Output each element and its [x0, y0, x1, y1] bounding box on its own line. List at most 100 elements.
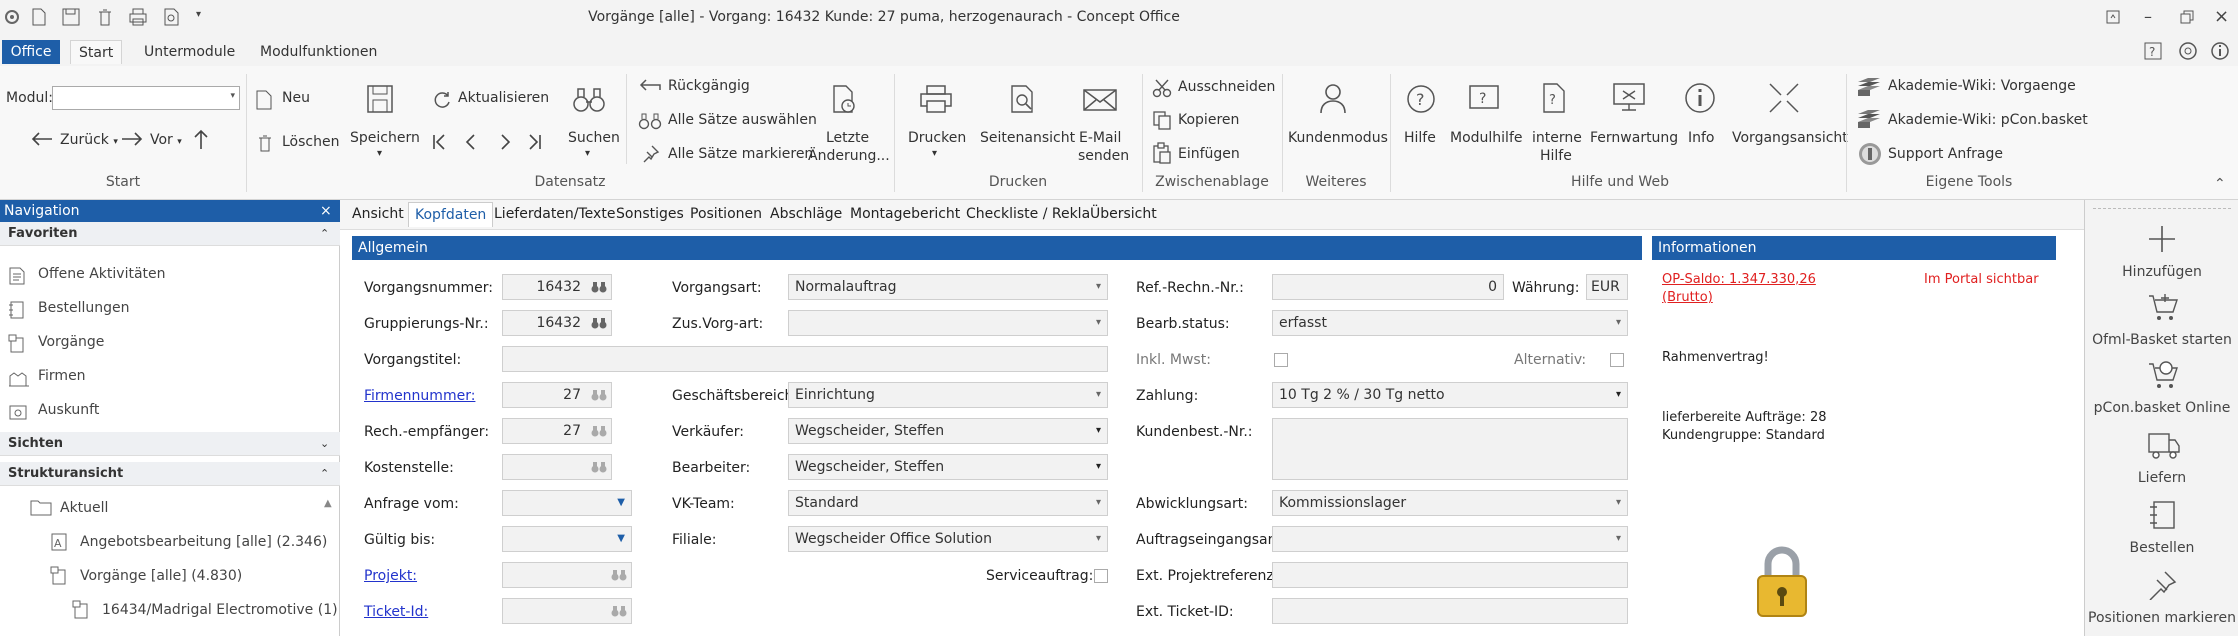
binoculars-icon[interactable] [591, 388, 607, 402]
calendar-dropdown-icon[interactable]: ▼ [617, 491, 625, 515]
history-document-icon[interactable] [832, 84, 858, 114]
help-circle-icon[interactable]: ? [1406, 84, 1436, 114]
calendar-dropdown-icon[interactable]: ▼ [617, 527, 625, 551]
pin-icon[interactable] [2147, 570, 2177, 600]
binoculars-icon[interactable] [611, 604, 627, 618]
serviceauftrag-checkbox[interactable] [1094, 569, 1108, 583]
interne-hilfe-label-2[interactable]: Hilfe [1540, 148, 1572, 164]
ofml-basket-starten-button[interactable]: Ofml-Basket starten [2085, 332, 2238, 348]
collapse-ribbon-icon[interactable]: ⌃ [2214, 176, 2226, 192]
alle-saetze-markieren-button[interactable]: Alle Sätze markieren [668, 146, 813, 162]
projekt-field[interactable] [502, 562, 632, 588]
op-saldo-link[interactable]: OP-Saldo: 1.347.330,26 [1662, 272, 1816, 287]
plus-icon[interactable] [2147, 224, 2177, 254]
binoculars-icon[interactable] [611, 568, 627, 582]
email-label-2[interactable]: senden [1078, 148, 1129, 164]
tab-ansicht[interactable]: Ansicht [352, 206, 404, 222]
paste-icon[interactable] [1152, 142, 1172, 164]
auftragseingangsart-select[interactable]: ▾ [1272, 526, 1628, 552]
support-anfrage-button[interactable]: Support Anfrage [1888, 146, 2003, 162]
vk-team-select[interactable]: Standard ▾ [788, 490, 1108, 516]
bestellen-button[interactable]: Bestellen [2085, 540, 2238, 556]
ext-projektreferenz-field[interactable] [1272, 562, 1628, 588]
tab-modulfunktionen[interactable]: Modulfunktionen [252, 40, 385, 64]
aktualisieren-button[interactable]: Aktualisieren [458, 90, 549, 106]
info-icon[interactable] [2210, 41, 2230, 61]
wiki-pcon-button[interactable]: Akademie-Wiki: pCon.basket [1888, 112, 2088, 128]
tab-montagebericht[interactable]: Montagebericht [850, 206, 960, 222]
anfrage-vom-datepicker[interactable]: ▼ [502, 490, 632, 516]
rueckgaengig-button[interactable]: Rückgängig [668, 78, 750, 94]
speichern-button[interactable]: Speichern [350, 130, 420, 146]
section-strukturansicht[interactable]: Strukturansicht ⌃ [0, 462, 340, 486]
wiki-books-icon[interactable] [1856, 108, 1882, 130]
interne-hilfe-label-1[interactable]: interne [1532, 130, 1582, 146]
verkaeufer-select[interactable]: Wegscheider, Steffen ▾ [788, 418, 1108, 444]
vorgangsart-select[interactable]: Normalauftrag ▾ [788, 274, 1108, 300]
zahlung-select[interactable]: 10 Tg 2 % / 30 Tg netto ▾ [1272, 382, 1628, 408]
binoculars-icon[interactable] [591, 460, 607, 474]
modulhilfe-button[interactable]: Modulhilfe [1450, 130, 1523, 146]
settings-globe-icon[interactable] [2178, 41, 2198, 61]
wiki-books-icon[interactable] [1856, 76, 1882, 98]
ticket-id-field[interactable] [502, 598, 632, 624]
vorgangsansicht-button[interactable]: Vorgangsansicht [1732, 130, 1848, 146]
tab-positionen[interactable]: Positionen [690, 206, 762, 222]
order-document-icon[interactable] [2149, 500, 2177, 530]
alle-saetze-auswaehlen-button[interactable]: Alle Sätze auswählen [668, 112, 817, 128]
letzte-aenderung-label-2[interactable]: Änderung... [808, 148, 890, 164]
internal-help-document-icon[interactable]: ? [1542, 82, 1566, 114]
module-help-icon[interactable]: ? [1468, 84, 1500, 114]
tab-sonstiges[interactable]: Sonstiges [616, 206, 684, 222]
forward-button[interactable]: Vor ▾ [150, 132, 182, 148]
kundenmodus-button[interactable]: Kundenmodus [1288, 130, 1388, 146]
tab-start[interactable]: Start [70, 40, 123, 64]
kostenstelle-field[interactable] [502, 454, 612, 480]
collapse-icon[interactable]: ⌃ [320, 462, 329, 486]
vorgangsnummer-field[interactable]: 16432 [502, 274, 612, 300]
modul-select[interactable]: ▾ [52, 86, 240, 110]
tree-item-aktuell[interactable]: Aktuell [60, 500, 108, 516]
abwicklungsart-select[interactable]: Kommissionslager ▾ [1272, 490, 1628, 516]
wiki-vorgaenge-button[interactable]: Akademie-Wiki: Vorgaenge [1888, 78, 2076, 94]
seitenansicht-button[interactable]: Seitenansicht [980, 130, 1075, 146]
fernwartung-button[interactable]: Fernwartung [1590, 130, 1678, 146]
select-all-binoculars-icon[interactable] [638, 112, 662, 130]
bearbeiter-select[interactable]: Wegscheider, Steffen ▾ [788, 454, 1108, 480]
undo-icon[interactable] [638, 78, 662, 94]
vorgangstitel-field[interactable] [502, 346, 1108, 372]
hinzufuegen-button[interactable]: Hinzufügen [2085, 264, 2238, 280]
firmennummer-link[interactable]: Firmennummer: [364, 388, 475, 404]
binoculars-icon[interactable] [591, 280, 607, 294]
basket-add-icon[interactable] [2147, 292, 2179, 322]
projekt-link[interactable]: Projekt: [364, 568, 417, 584]
back-button[interactable]: Zurück ▾ [60, 132, 118, 148]
info-button[interactable]: Info [1688, 130, 1715, 146]
process-view-icon[interactable] [1766, 80, 1802, 116]
liefern-button[interactable]: Liefern [2085, 470, 2238, 486]
info-circle-icon[interactable] [1684, 82, 1716, 114]
gueltig-bis-datepicker[interactable]: ▼ [502, 526, 632, 552]
tab-abschlaege[interactable]: Abschläge [770, 206, 842, 222]
tab-checkliste[interactable]: Checkliste / Rekla [966, 206, 1090, 222]
basket-online-icon[interactable] [2147, 360, 2179, 390]
hilfe-button[interactable]: Hilfe [1404, 130, 1436, 146]
maximize-icon[interactable] [2180, 10, 2194, 24]
refresh-icon[interactable] [432, 90, 452, 110]
ext-ticket-id-field[interactable] [1272, 598, 1628, 624]
arrow-right-icon[interactable] [120, 130, 144, 148]
loeschen-button[interactable]: Löschen [282, 134, 339, 150]
copy-icon[interactable] [1152, 110, 1172, 130]
bearb-status-select[interactable]: erfasst ▾ [1272, 310, 1628, 336]
support-icon[interactable] [1858, 142, 1882, 166]
tab-office[interactable]: Office [2, 40, 60, 64]
waehrung-field[interactable]: EUR [1586, 274, 1628, 300]
scroll-up-icon[interactable]: ▲ [324, 498, 332, 509]
geschaeftsbereich-select[interactable]: Einrichtung ▾ [788, 382, 1108, 408]
tab-uebersicht[interactable]: Übersicht [1090, 206, 1157, 222]
tree-item-vorgaenge-alle[interactable]: Vorgänge [alle] (4.830) [80, 568, 242, 584]
inkl-mwst-checkbox[interactable] [1274, 353, 1288, 367]
nav-item-auskunft[interactable]: Auskunft [38, 402, 99, 418]
suchen-dropdown-icon[interactable]: ▾ [585, 148, 590, 159]
einfuegen-button[interactable]: Einfügen [1178, 146, 1240, 162]
